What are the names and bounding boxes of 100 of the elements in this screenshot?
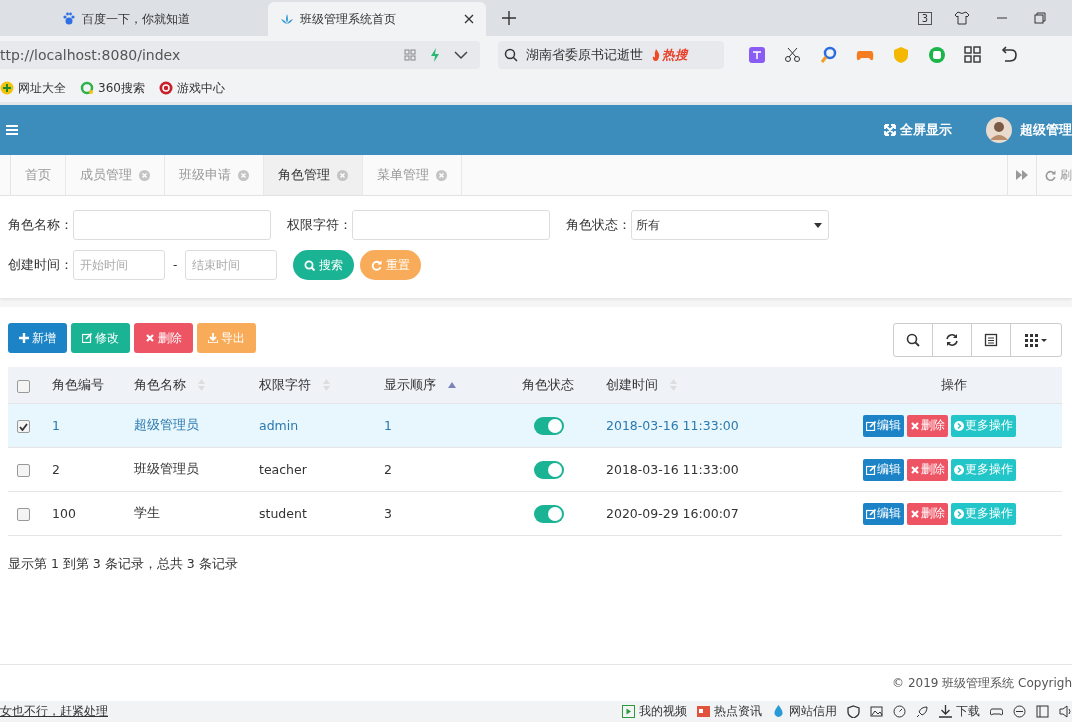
column-header[interactable]: 角色编号 [52, 376, 104, 394]
tab-title: 班级管理系统首页 [300, 10, 397, 28]
edit-button[interactable]: 修改 [71, 323, 130, 353]
search-icon [304, 259, 316, 271]
delete-button[interactable]: 删除 [907, 458, 948, 481]
bookmark-link[interactable]: 游戏中心 [158, 79, 225, 97]
more-actions-button[interactable]: 更多操作 [951, 458, 1016, 481]
status-item[interactable]: 网站信用 [772, 703, 837, 720]
page-tab[interactable]: 成员管理 [66, 155, 165, 195]
drop-icon [772, 705, 785, 718]
chevron-circle-icon [954, 464, 964, 475]
column-header[interactable]: 创建时间 [606, 376, 658, 394]
row-checkbox[interactable] [16, 420, 30, 433]
delete-button[interactable]: 删除 [134, 323, 193, 353]
fullscreen-button[interactable]: 全屏显示 [884, 121, 952, 139]
rocket-icon[interactable] [916, 705, 929, 718]
browser-tab[interactable]: 百度一下，你就知道 [50, 2, 268, 36]
user-menu[interactable]: 超级管理 [986, 117, 1072, 143]
column-header[interactable]: 操作 [941, 376, 967, 394]
refresh-button[interactable]: 刷 [1036, 155, 1072, 195]
address-field[interactable]: ttp://localhost:8080/index [0, 41, 480, 69]
table-cell: 2018-03-16 11:33:00 [606, 462, 739, 477]
search-field[interactable]: 湖南省委原书记逝世 热搜 [498, 41, 724, 69]
page-tab[interactable]: 角色管理 [264, 155, 363, 195]
select-all-checkbox[interactable] [16, 379, 30, 393]
column-header[interactable]: 角色名称 [134, 376, 186, 394]
restore-icon[interactable] [1034, 12, 1046, 24]
browser-e-icon[interactable] [1013, 705, 1026, 718]
search-icon [504, 48, 518, 62]
bookmark-link[interactable]: 网址大全 [0, 79, 66, 97]
play-icon [622, 705, 635, 718]
close-icon[interactable] [464, 14, 474, 24]
edit-icon [866, 420, 876, 431]
status-link[interactable]: 女也不行，赶紧处理 [0, 703, 108, 720]
date-field[interactable]: 结束时间 [185, 250, 278, 280]
list-icon [984, 333, 998, 347]
image-icon[interactable] [870, 705, 883, 718]
table-cell: teacher [259, 462, 307, 477]
tab-count[interactable]: 3 [917, 11, 932, 25]
input-field[interactable] [73, 210, 271, 240]
edit-button[interactable]: 编辑 [863, 502, 904, 525]
add-button[interactable]: 新增 [8, 323, 67, 353]
status-toggle[interactable] [534, 416, 564, 435]
table-cell: 2 [384, 462, 392, 477]
input-field[interactable] [352, 210, 550, 240]
page-tab[interactable]: 首页 [11, 155, 66, 195]
sort-ascending-icon[interactable] [448, 382, 456, 388]
plus-icon [19, 333, 29, 343]
chevron-circle-icon [954, 420, 964, 431]
chevron-down-icon[interactable] [454, 50, 468, 60]
new-tab-icon[interactable] [502, 11, 516, 25]
status-toggle[interactable] [534, 460, 564, 479]
window-icon[interactable] [1036, 705, 1049, 718]
status-item[interactable]: 下载 [939, 703, 980, 720]
forward-icon [1016, 170, 1028, 180]
hot-search-label[interactable]: 热搜 [651, 46, 688, 64]
column-header[interactable]: 显示顺序 [384, 376, 436, 394]
delete-button[interactable]: 删除 [907, 502, 948, 525]
browser-tab[interactable]: 班级管理系统首页 [268, 2, 486, 36]
status-item[interactable]: 我的视频 [622, 703, 687, 720]
edit-icon [866, 508, 876, 519]
undo-icon[interactable] [1000, 46, 1018, 64]
gamepad-outline-icon[interactable] [990, 705, 1003, 718]
more-actions-button[interactable]: 更多操作 [951, 502, 1016, 525]
edit-button[interactable]: 编辑 [863, 414, 904, 437]
page-tab[interactable]: 菜单管理 [363, 155, 462, 195]
status-toggle[interactable] [534, 504, 564, 523]
shirt-icon[interactable] [954, 11, 970, 25]
table-cell: 2018-03-16 11:33:00 [606, 418, 739, 433]
speaker-icon[interactable] [1059, 705, 1072, 718]
pagination-info: 显示第 1 到第 3 条记录，总共 3 条记录 [8, 556, 239, 573]
apps-icon[interactable] [964, 46, 982, 64]
range-separator: - [173, 258, 178, 272]
delete-button[interactable]: 删除 [907, 414, 948, 437]
date-field[interactable]: 开始时间 [73, 250, 165, 280]
close-icon [910, 420, 920, 431]
checkmark-icon [18, 422, 28, 431]
gauge-icon[interactable] [893, 705, 906, 718]
table-cell: 100 [52, 506, 76, 521]
edit-button[interactable]: 编辑 [863, 458, 904, 481]
scissors-icon[interactable] [784, 46, 802, 64]
bookmark-link[interactable]: 360搜索 [80, 79, 145, 97]
app-circle-icon[interactable] [928, 46, 946, 64]
column-header[interactable]: 权限字符 [259, 376, 311, 394]
menu-icon[interactable] [6, 125, 18, 135]
chevron-circle-icon [954, 508, 964, 519]
magnifier-icon[interactable] [820, 46, 838, 64]
row-checkbox[interactable] [16, 464, 30, 477]
shield-icon[interactable] [847, 705, 860, 718]
search-button[interactable]: 搜索 [293, 250, 355, 280]
status-item[interactable]: 热点资讯 [697, 703, 762, 720]
status-dropdown[interactable]: 所有 [631, 210, 829, 240]
more-actions-button[interactable]: 更多操作 [951, 414, 1016, 437]
tab-title: 百度一下，你就知道 [82, 10, 190, 28]
lightning-icon[interactable] [430, 48, 440, 62]
row-checkbox[interactable] [16, 508, 30, 521]
grid-icon[interactable] [404, 49, 416, 61]
copyright-text: © 2019 班级管理系统 Copyrigh [892, 674, 1072, 692]
column-header[interactable]: 角色状态 [522, 376, 574, 394]
translate-icon[interactable] [748, 46, 766, 64]
